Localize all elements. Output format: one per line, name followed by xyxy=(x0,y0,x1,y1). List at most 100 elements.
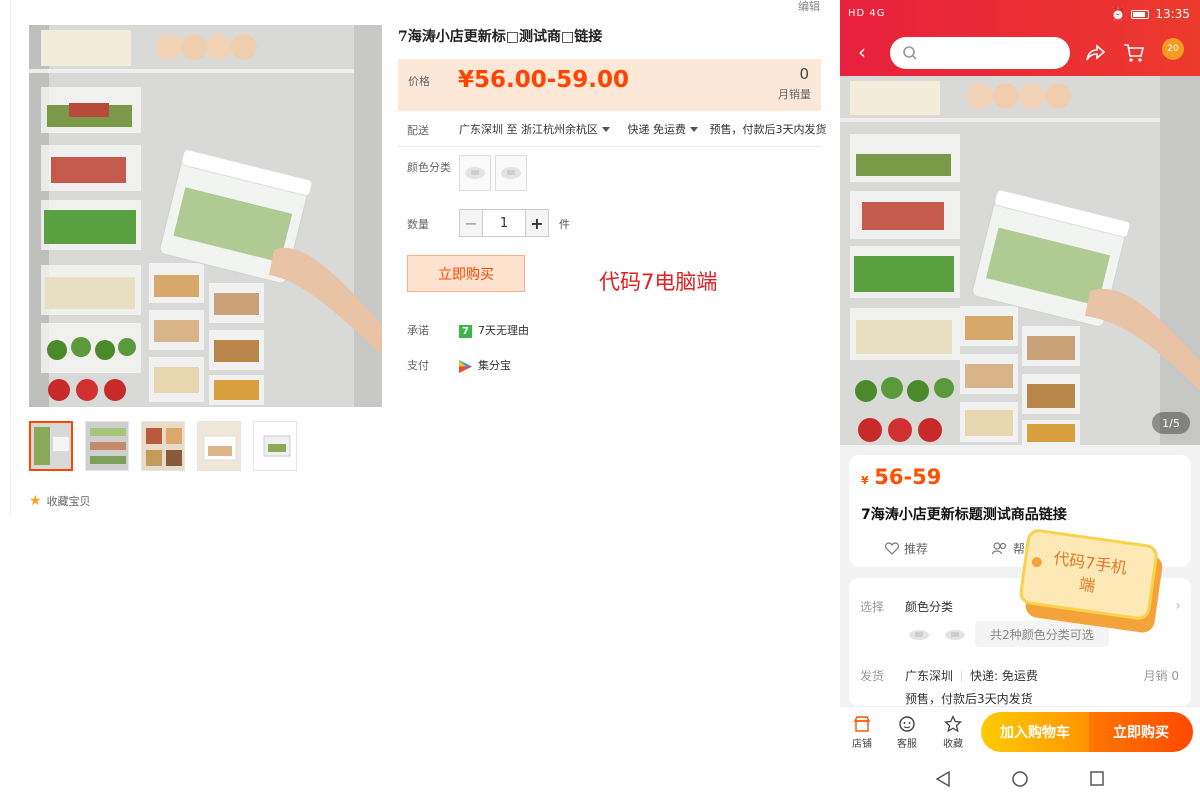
service-label: 客服 xyxy=(897,739,917,750)
ship-label: 发货 xyxy=(860,669,885,683)
thumbnail-3[interactable] xyxy=(141,421,185,471)
search-input[interactable] xyxy=(890,37,1070,69)
select-value[interactable]: 颜色分类 xyxy=(905,598,953,615)
ship-to-select[interactable]: 浙江杭州余杭区 xyxy=(521,123,614,136)
payment-text: 集分宝 xyxy=(478,359,511,372)
mobile-color-option-2[interactable] xyxy=(941,623,969,647)
favorite-link[interactable]: ★ 收藏宝贝 xyxy=(29,493,91,509)
signal-indicator: HD 4G xyxy=(848,8,886,19)
quantity-increase-button[interactable]: + xyxy=(525,209,549,237)
tag-line-1: 代码7手机 xyxy=(1052,548,1129,578)
ship-from: 广东深圳 xyxy=(905,669,954,683)
favorite-button[interactable]: 收藏 xyxy=(936,715,970,750)
alarm-icon: ⏰ xyxy=(1110,7,1126,21)
mobile-price: ¥ 56-59 xyxy=(861,465,941,489)
quantity-input[interactable]: 1 xyxy=(483,209,525,237)
thumbnail-strip xyxy=(29,421,297,471)
mobile-product-image[interactable] xyxy=(840,76,1200,445)
delivery-text: 快递: 免运费 xyxy=(970,669,1038,683)
payment-icon xyxy=(459,359,472,373)
monthly-sales-count: 0 xyxy=(799,65,809,83)
select-label: 选择 xyxy=(860,600,885,614)
service-icon xyxy=(899,716,915,732)
search-icon xyxy=(903,46,917,60)
monthly-sales: 月销 0 xyxy=(1143,669,1179,683)
price-box: 价格 ¥56.00-59.00 0 月销量 xyxy=(398,59,821,111)
add-to-cart-button[interactable]: 加入购物车 xyxy=(981,712,1089,752)
favorite-label: 收藏 xyxy=(943,739,963,750)
mobile-watermark-tag: 代码7手机端 xyxy=(1017,527,1167,635)
top-navbar: ‹ 20 xyxy=(840,30,1200,76)
color-label: 颜色分类 xyxy=(407,161,451,174)
quantity-stepper: − 1 + xyxy=(459,209,549,237)
promise-info: 7 7天无理由 xyxy=(459,322,529,338)
system-home-icon[interactable] xyxy=(1011,770,1029,792)
star-icon: ★ xyxy=(29,493,42,509)
image-counter: 1/5 xyxy=(1152,412,1190,434)
color-options xyxy=(459,155,527,191)
back-icon[interactable]: ‹ xyxy=(858,42,866,62)
presale-note: 预售，付款后3天内发货 xyxy=(905,692,1033,706)
thumbnail-4[interactable] xyxy=(197,421,241,471)
mobile-color-swatches xyxy=(905,623,969,647)
caret-down-icon xyxy=(690,127,698,132)
status-bar: HD 4G ⏰ 13:35 xyxy=(840,0,1200,30)
mobile-product-panel: HD 4G ⏰ 13:35 ‹ 20 1/5 ¥ 56-59 7海涛小店更新标题… xyxy=(840,0,1200,800)
delivery-select[interactable]: 快递 免运费 xyxy=(628,123,703,136)
thumbnail-2[interactable] xyxy=(85,421,129,471)
recommend-label: 推荐 xyxy=(904,542,929,556)
quantity-unit: 件 xyxy=(559,218,570,231)
cart-icon[interactable] xyxy=(1123,43,1145,63)
price-label: 价格 xyxy=(408,75,430,88)
buy-now-button[interactable]: 立即购买 xyxy=(407,255,525,292)
caret-down-icon xyxy=(602,127,610,132)
ship-info: 广东深圳 快递: 免运费 xyxy=(905,667,1038,684)
favorite-icon xyxy=(944,715,962,733)
product-title: 7海涛小店更新标□测试商□链接 xyxy=(398,29,603,45)
mobile-product-title: 7海涛小店更新标题测试商品链接 xyxy=(861,507,1067,523)
tag-line-2: 端 xyxy=(1077,574,1097,596)
promise-label: 承诺 xyxy=(407,324,429,337)
status-time: 13:35 xyxy=(1155,7,1190,21)
divider xyxy=(398,146,821,147)
shop-button[interactable]: 店铺 xyxy=(845,715,879,750)
payment-label: 支付 xyxy=(407,359,429,372)
ship-from: 广东深圳 至 xyxy=(459,123,518,136)
chevron-right-icon[interactable]: › xyxy=(1175,598,1181,614)
shop-label: 店铺 xyxy=(852,739,872,750)
pc-watermark-text: 代码7电脑端 xyxy=(599,270,718,294)
system-navigation-bar xyxy=(840,760,1200,800)
share-icon[interactable] xyxy=(1086,44,1106,62)
quantity-label: 数量 xyxy=(407,218,429,231)
battery-icon xyxy=(1131,9,1150,19)
quantity-decrease-button[interactable]: − xyxy=(459,209,483,237)
heart-icon xyxy=(885,542,899,555)
system-recents-icon[interactable] xyxy=(1089,770,1105,792)
price-range: 56-59 xyxy=(874,465,942,489)
desktop-product-panel: 编辑 ★ 收藏宝贝 7海涛小店更新标□测试商□链接 价格 ¥56.00-59.0… xyxy=(10,0,830,515)
edit-link[interactable]: 编辑 xyxy=(798,0,820,14)
system-back-icon[interactable] xyxy=(935,770,951,792)
favorite-label: 收藏宝贝 xyxy=(46,495,91,508)
currency-symbol: ¥ xyxy=(861,474,869,487)
cart-badge: 20 xyxy=(1162,38,1184,60)
shipping-label: 配送 xyxy=(407,124,429,137)
payment-info: 集分宝 xyxy=(459,357,511,373)
bottom-action-bar: 店铺 客服 收藏 加入购物车 立即购买 xyxy=(840,706,1200,760)
main-product-image[interactable] xyxy=(29,25,382,407)
color-option-2[interactable] xyxy=(495,155,527,191)
mobile-buy-now-button[interactable]: 立即购买 xyxy=(1089,712,1193,752)
service-button[interactable]: 客服 xyxy=(890,715,924,750)
price-value: ¥56.00-59.00 xyxy=(458,67,630,93)
color-option-1[interactable] xyxy=(459,155,491,191)
presale-note: 预售，付款后3天内发货 xyxy=(709,123,827,136)
users-icon xyxy=(992,542,1007,555)
thumbnail-1[interactable] xyxy=(29,421,73,471)
thumbnail-5[interactable] xyxy=(253,421,297,471)
seven-day-icon: 7 xyxy=(459,324,472,338)
recommend-button[interactable]: 推荐 xyxy=(885,540,928,557)
mobile-color-option-1[interactable] xyxy=(905,623,933,647)
shop-icon xyxy=(853,716,871,732)
promise-text: 7天无理由 xyxy=(478,324,529,337)
monthly-sales-label: 月销量 xyxy=(778,88,811,101)
